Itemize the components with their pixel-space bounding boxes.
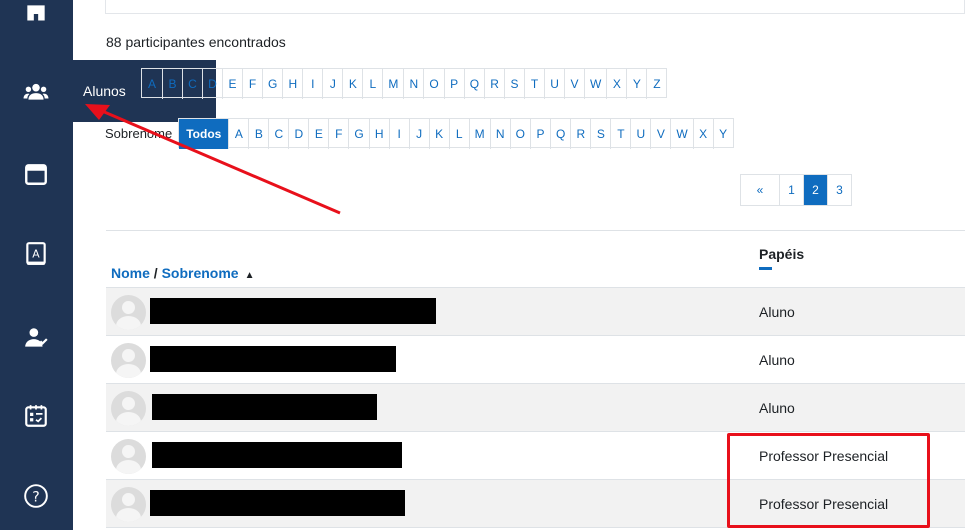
pagination-page[interactable]: 3 (827, 175, 851, 205)
lastname-letter-e[interactable]: E (308, 119, 328, 149)
lastname-filter-all[interactable]: Todos (179, 119, 229, 149)
firstname-letter-i[interactable]: I (302, 69, 322, 99)
pagination-page[interactable]: 1 (779, 175, 803, 205)
firstname-letter-z[interactable]: Z (646, 69, 666, 99)
lastname-letter-d[interactable]: D (288, 119, 308, 149)
redacted-name (150, 490, 405, 516)
lastname-letter-w[interactable]: W (670, 119, 692, 149)
firstname-letter-g[interactable]: G (262, 69, 282, 99)
lastname-letter-y[interactable]: Y (712, 119, 733, 149)
table-header: Nome / Sobrenome ▲ Papéis (106, 230, 965, 288)
pagination-prev[interactable]: « (741, 175, 779, 205)
lastname-letter-v[interactable]: V (650, 119, 670, 149)
firstname-letter-m[interactable]: M (382, 69, 403, 99)
schedule-icon[interactable] (22, 402, 50, 430)
avatar (111, 391, 146, 426)
redacted-name (150, 298, 436, 324)
avatar (111, 343, 146, 378)
firstname-letter-r[interactable]: R (484, 69, 504, 99)
lastname-letter-i[interactable]: I (388, 119, 409, 149)
pagination-page-active[interactable]: 2 (803, 175, 827, 205)
lastname-letter-s[interactable]: S (590, 119, 610, 149)
avatar (111, 439, 146, 474)
firstname-letter-c[interactable]: C (182, 69, 202, 99)
redacted-name (150, 346, 396, 372)
firstname-letter-e[interactable]: E (222, 69, 242, 99)
header-surname-link[interactable]: Sobrenome (162, 265, 239, 281)
lastname-letter-n[interactable]: N (489, 119, 510, 149)
svg-text:?: ? (32, 489, 39, 505)
firstname-letter-h[interactable]: H (282, 69, 302, 99)
column-header-name[interactable]: Nome / Sobrenome ▲ (111, 265, 255, 281)
firstname-letter-q[interactable]: Q (463, 69, 484, 99)
calendar-icon[interactable] (22, 160, 50, 188)
lastname-letter-g[interactable]: G (348, 119, 368, 149)
redacted-name (152, 394, 377, 420)
user-check-icon[interactable] (22, 324, 50, 352)
lastname-letter-k[interactable]: K (428, 119, 449, 149)
lastname-letter-o[interactable]: O (509, 119, 530, 149)
firstname-letter-u[interactable]: U (544, 69, 564, 99)
table-row: Aluno (106, 336, 965, 384)
grades-icon[interactable]: A (22, 240, 50, 268)
column-header-roles: Papéis (759, 246, 805, 262)
pagination: « 1 2 3 (740, 174, 852, 206)
lastname-letter-r[interactable]: R (570, 119, 590, 149)
lastname-letter-c[interactable]: C (268, 119, 288, 149)
help-icon[interactable]: ? (22, 482, 50, 510)
lastname-letter-h[interactable]: H (368, 119, 389, 149)
lastname-letter-x[interactable]: X (692, 119, 713, 149)
lastname-letter-a[interactable]: A (228, 119, 248, 149)
firstname-letter-l[interactable]: L (362, 69, 382, 99)
home-icon[interactable] (22, 0, 50, 28)
lastname-letter-p[interactable]: P (530, 119, 550, 149)
lastname-letter-j[interactable]: J (408, 119, 429, 149)
firstname-letter-o[interactable]: O (423, 69, 443, 99)
firstname-letter-v[interactable]: V (564, 69, 584, 99)
lastname-letter-q[interactable]: Q (550, 119, 570, 149)
table-row: Aluno (106, 288, 965, 336)
lastname-letter-f[interactable]: F (328, 119, 348, 149)
avatar (111, 295, 146, 330)
firstname-letter-j[interactable]: J (322, 69, 342, 99)
firstname-letter-a[interactable]: A (142, 69, 162, 99)
role-text: Aluno (759, 400, 795, 416)
firstname-letter-p[interactable]: P (443, 69, 464, 99)
firstname-letter-s[interactable]: S (504, 69, 524, 99)
lastname-letter-b[interactable]: B (248, 119, 268, 149)
role-text: Aluno (759, 352, 795, 368)
table-row: Aluno (106, 384, 965, 432)
lastname-filter-label: Sobrenome (105, 125, 173, 141)
role-text: Aluno (759, 304, 795, 320)
firstname-letter-x[interactable]: X (606, 69, 626, 99)
firstname-letter-n[interactable]: N (403, 69, 423, 99)
firstname-letter-d[interactable]: D (202, 69, 222, 99)
lastname-letter-t[interactable]: T (610, 119, 630, 149)
firstname-letter-b[interactable]: B (162, 69, 182, 99)
header-name-link[interactable]: Nome (111, 265, 150, 281)
lastname-letter-u[interactable]: U (630, 119, 650, 149)
lastname-letter-m[interactable]: M (468, 119, 490, 149)
users-icon[interactable] (22, 78, 50, 106)
firstname-letter-w[interactable]: W (584, 69, 606, 99)
redacted-name (152, 442, 402, 468)
lastname-filter: Sobrenome Todos ABCDEFGHIJKLMNOPQRSTUVWX… (105, 118, 734, 149)
firstname-letter-k[interactable]: K (342, 69, 362, 99)
firstname-filter: ABCDEFGHIJKLMNOPQRSTUVWXYZ (141, 68, 668, 99)
participants-count: 88 participantes encontrados (106, 34, 286, 50)
firstname-letter-t[interactable]: T (524, 69, 544, 99)
roles-collapse-icon[interactable] (759, 267, 772, 270)
avatar (111, 487, 146, 522)
lastname-letter-l[interactable]: L (448, 119, 469, 149)
header-separator: / (149, 265, 162, 281)
firstname-letter-y[interactable]: Y (626, 69, 646, 99)
sort-caret-icon: ▲ (244, 270, 255, 281)
filter-card-edge (105, 0, 965, 14)
annotation-highlight-box (727, 433, 930, 528)
svg-text:A: A (32, 247, 40, 260)
firstname-letter-f[interactable]: F (242, 69, 262, 99)
left-sidebar: A ? (0, 0, 73, 530)
